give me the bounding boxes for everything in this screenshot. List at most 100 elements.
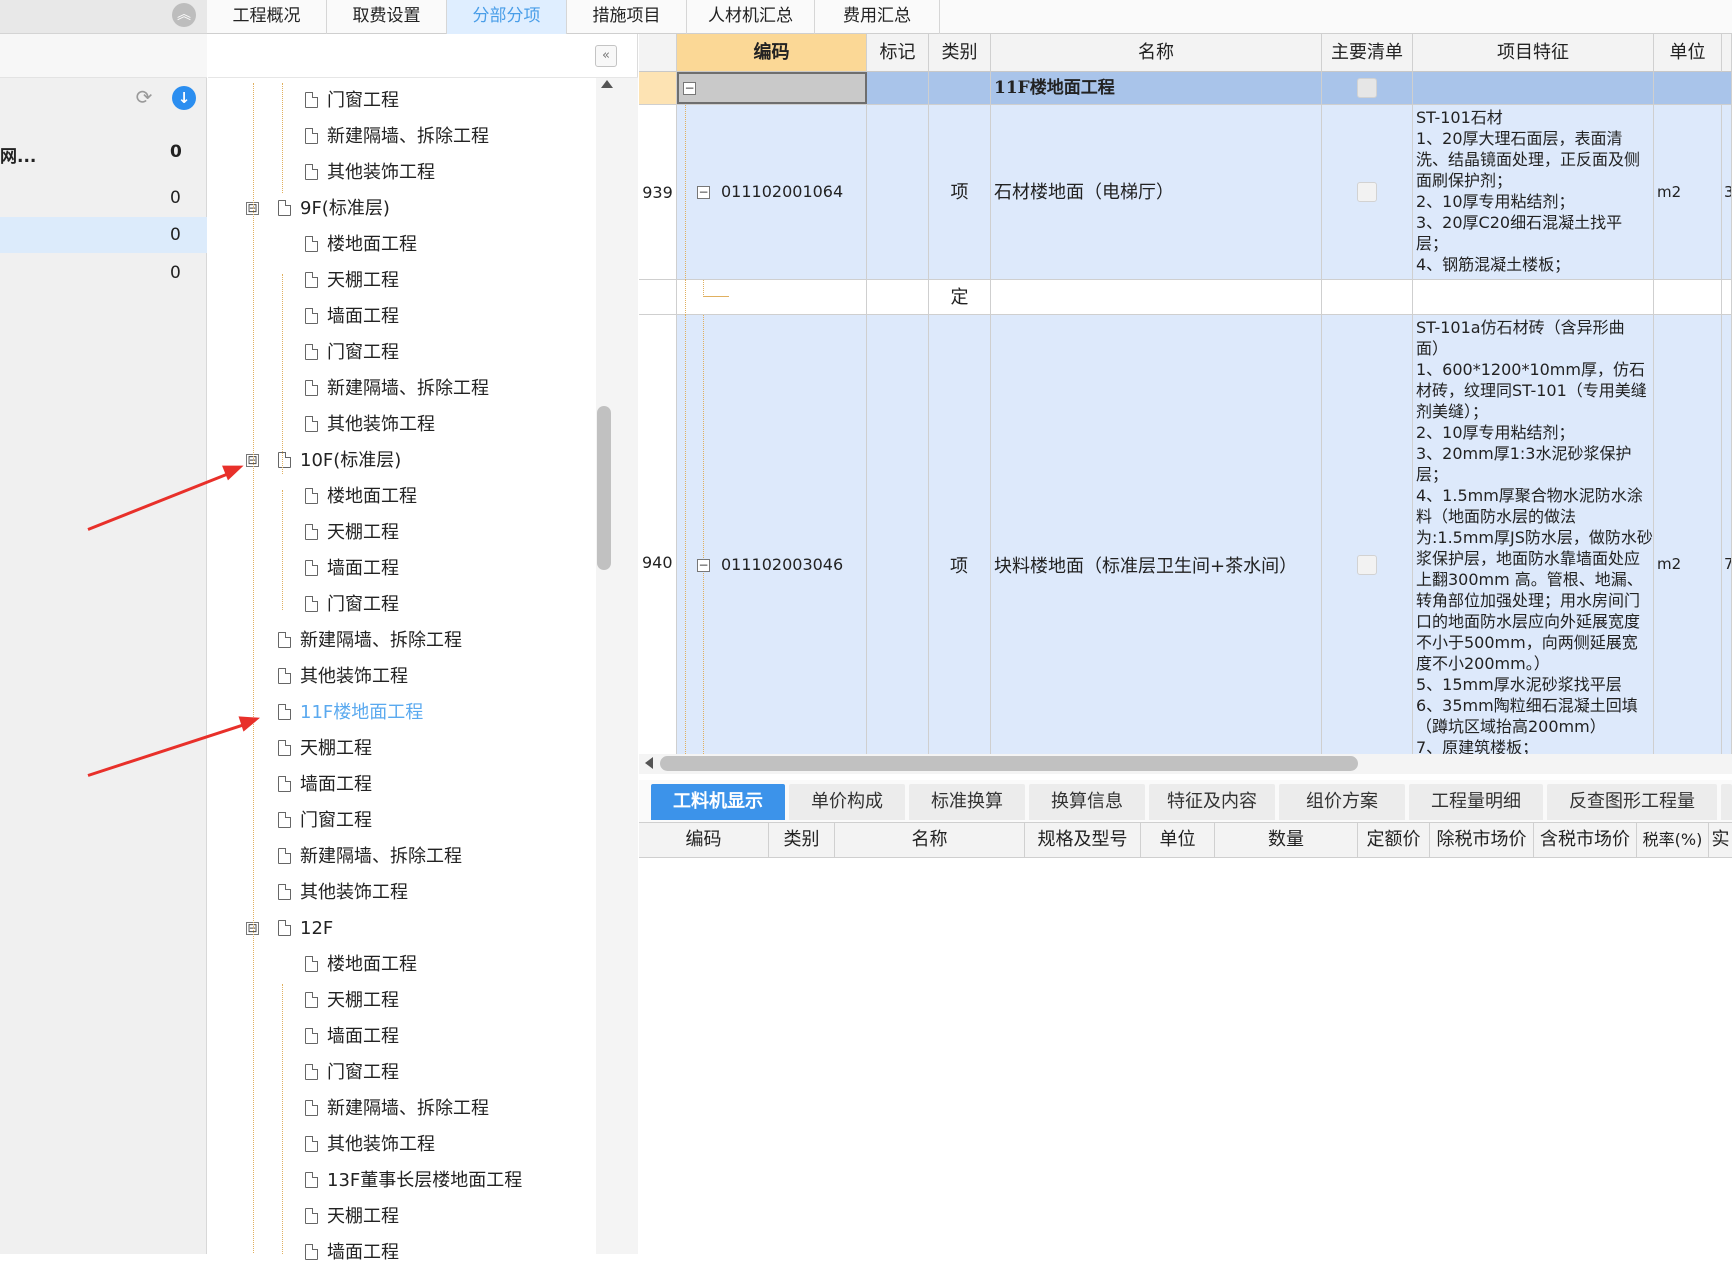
col-tax-rate[interactable]: 税率(%) — [1637, 823, 1709, 857]
grid-header-type[interactable]: 类别 — [929, 34, 991, 72]
tab-features-content[interactable]: 特征及内容 — [1149, 784, 1275, 820]
tab-graphic-quantity-lookup[interactable]: 反查图形工程量 — [1547, 784, 1717, 820]
tree-node[interactable]: 其他装饰工程 — [305, 1127, 435, 1163]
table-row[interactable]: 939 − 011102001064 项 石材楼地面（电梯厅） ST-101石材… — [639, 105, 1732, 280]
grid-header-main-list[interactable]: 主要清单 — [1322, 34, 1413, 72]
tab-unit-price-composition[interactable]: 单价构成 — [789, 784, 905, 820]
tree-node[interactable]: 天棚工程 — [278, 731, 372, 767]
tree-scrollbar-track[interactable] — [596, 78, 638, 1254]
tree-node[interactable]: 其他装饰工程 — [305, 155, 435, 191]
tab-standard-conversion[interactable]: 标准换算 — [909, 784, 1025, 820]
tree-node[interactable]: 12F — [278, 911, 333, 947]
tree-node[interactable]: 9F(标准层) — [278, 191, 390, 227]
grid-header-features[interactable]: 项目特征 — [1413, 34, 1654, 72]
tree-node[interactable]: 其他装饰工程 — [305, 407, 435, 443]
row-name[interactable] — [991, 280, 1322, 314]
col-name[interactable]: 名称 — [835, 823, 1025, 857]
row-feature[interactable]: ST-101石材 1、20厚大理石面层，表面清洗、结晶镜面处理，正反面及侧面刷保… — [1413, 105, 1654, 279]
row-mark-cell[interactable] — [867, 105, 929, 279]
tree-node-selected[interactable]: 11F楼地面工程 — [278, 695, 423, 731]
row-mark-cell[interactable] — [867, 315, 929, 754]
main-list-checkbox[interactable] — [1357, 78, 1377, 98]
tree-node[interactable]: 墙面工程 — [305, 1019, 399, 1055]
collapse-up-icon[interactable]: ︽ — [172, 3, 196, 27]
tree-node[interactable]: 门窗工程 — [305, 335, 399, 371]
main-list-checkbox[interactable] — [1357, 555, 1377, 575]
row-name[interactable]: 石材楼地面（电梯厅） — [991, 105, 1322, 279]
col-quantity[interactable]: 数量 — [1215, 823, 1358, 857]
grid-header-mark[interactable]: 标记 — [867, 34, 929, 72]
scroll-left-arrow-icon[interactable] — [645, 757, 653, 769]
col-spec[interactable]: 规格及型号 — [1025, 823, 1141, 857]
tree-node[interactable]: 墙面工程 — [305, 551, 399, 587]
row-code-cell[interactable]: − 011102003046 — [677, 315, 867, 754]
project-list-item-selected[interactable]: 0 — [0, 217, 207, 253]
tab-sub-items[interactable]: 分部分项 — [447, 0, 567, 34]
tree-node[interactable]: 新建隔墙、拆除工程 — [278, 623, 462, 659]
tree-node[interactable]: 门窗工程 — [305, 83, 399, 119]
tree-node[interactable]: 门窗工程 — [305, 587, 399, 623]
row-code-cell[interactable]: − 011102001064 — [677, 105, 867, 280]
refresh-icon[interactable]: ⟳ — [133, 86, 155, 108]
col-pre-tax-market-price[interactable]: 除税市场价 — [1430, 823, 1534, 857]
tree-node[interactable]: 新建隔墙、拆除工程 — [305, 119, 489, 155]
tab-conversion-info[interactable]: 换算信息 — [1029, 784, 1145, 820]
collapse-left-icon[interactable]: « — [595, 45, 617, 67]
tree-node[interactable]: 新建隔墙、拆除工程 — [305, 371, 489, 407]
tree-node[interactable]: 天棚工程 — [305, 1199, 399, 1235]
tab-cost-summary[interactable]: 费用汇总 — [815, 0, 940, 34]
col-code[interactable]: 编码 — [639, 823, 769, 857]
row-feature[interactable] — [1413, 280, 1654, 314]
col-unit[interactable]: 单位 — [1141, 823, 1215, 857]
collapse-row-icon[interactable]: − — [697, 559, 710, 572]
table-row[interactable]: 定 — [639, 280, 1732, 315]
tree-node[interactable]: 墙面工程 — [278, 767, 372, 803]
tree-node[interactable]: 门窗工程 — [278, 803, 372, 839]
tab-overflow[interactable] — [1721, 784, 1732, 820]
table-row[interactable]: 940 − 011102003046 项 块料楼地面（标准层卫生间+茶水间） S… — [639, 315, 1732, 754]
row-name-cell[interactable]: 块料楼地面（标准层卫生间+茶水间） — [991, 315, 1322, 754]
tree-scrollbar-thumb[interactable] — [597, 406, 611, 570]
grid-header-code[interactable]: 编码 — [677, 34, 867, 72]
tree-node[interactable]: 其他装饰工程 — [278, 875, 408, 911]
tab-materials-summary[interactable]: 人材机汇总 — [687, 0, 815, 34]
col-quota-price[interactable]: 定额价 — [1358, 823, 1430, 857]
project-list-item[interactable]: 0 — [0, 180, 207, 216]
col-type[interactable]: 类别 — [769, 823, 835, 857]
tab-pricing-plan[interactable]: 组价方案 — [1279, 784, 1405, 820]
tree-node[interactable]: 楼地面工程 — [305, 947, 417, 983]
tree-node[interactable]: 天棚工程 — [305, 983, 399, 1019]
row-mark-cell[interactable] — [867, 280, 929, 314]
tree-node[interactable]: 楼地面工程 — [305, 479, 417, 515]
download-icon[interactable]: ↓ — [172, 86, 196, 110]
tab-measures[interactable]: 措施项目 — [567, 0, 687, 34]
scroll-up-arrow-icon[interactable] — [601, 80, 613, 88]
grid-header-name[interactable]: 名称 — [991, 34, 1322, 72]
main-list-checkbox[interactable] — [1357, 182, 1377, 202]
collapse-row-icon[interactable]: − — [697, 186, 710, 199]
tab-materials-display[interactable]: 工料机显示 — [651, 784, 785, 820]
row-code-cell[interactable] — [677, 280, 867, 315]
tree-node[interactable]: 10F(标准层) — [278, 443, 401, 479]
tree-node[interactable]: 天棚工程 — [305, 263, 399, 299]
tab-fee-settings[interactable]: 取费设置 — [327, 0, 447, 34]
tree-node[interactable]: 楼地面工程 — [305, 227, 417, 263]
tree-node[interactable]: 墙面工程 — [305, 299, 399, 335]
grid-horizontal-scrollbar-thumb[interactable] — [660, 756, 1358, 771]
tree-node[interactable]: 13F董事长层楼地面工程 — [305, 1163, 522, 1199]
tree-node[interactable]: 新建隔墙、拆除工程 — [278, 839, 462, 875]
section-code-cell[interactable]: − — [677, 72, 867, 104]
tab-overview[interactable]: 工程概况 — [207, 0, 327, 34]
collapse-section-icon[interactable]: − — [683, 82, 696, 95]
row-feature[interactable]: ST-101a仿石材砖（含异形曲面） 1、600*1200*10mm厚，仿石材砖… — [1413, 315, 1654, 754]
grid-section-row[interactable]: − 11F楼地面工程 — [639, 72, 1732, 105]
tree-node[interactable]: 新建隔墙、拆除工程 — [305, 1091, 489, 1127]
grid-header-unit[interactable]: 单位 — [1654, 34, 1722, 72]
col-overflow[interactable]: 实 — [1709, 823, 1732, 857]
tree-node[interactable]: 其他装饰工程 — [278, 659, 408, 695]
project-list-item[interactable]: 网... 0 — [0, 134, 207, 170]
tab-quantity-details[interactable]: 工程量明细 — [1409, 784, 1543, 820]
tree-node[interactable]: 门窗工程 — [305, 1055, 399, 1091]
project-list-item[interactable]: 0 — [0, 255, 207, 291]
tree-node[interactable]: 天棚工程 — [305, 515, 399, 551]
